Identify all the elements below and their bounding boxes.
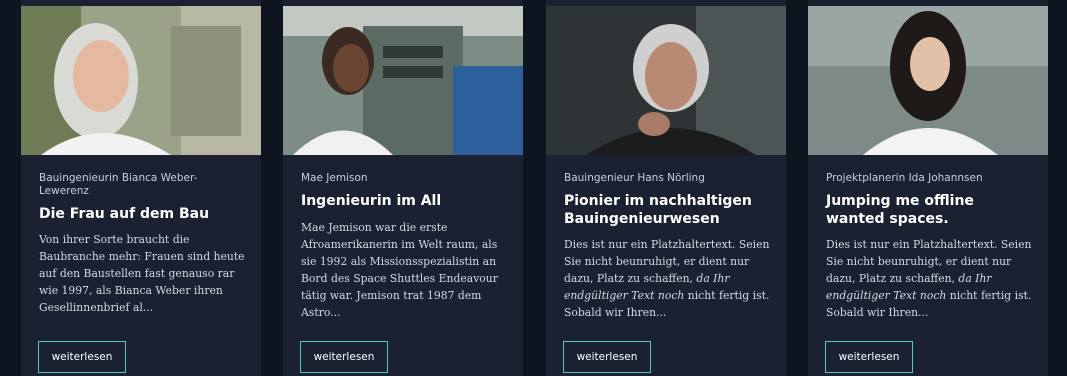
card-image[interactable] xyxy=(546,6,786,155)
card-author: Projektplanerin Ida Johannsen xyxy=(826,172,983,184)
card-author: Mae Jemison xyxy=(301,172,368,184)
portrait-astronaut-control-panel-image xyxy=(283,6,523,155)
card-author: Bauingenieurin Bianca Weber-Lewerenz xyxy=(39,172,198,197)
article-card: Bauingenieur Hans Nörling Pionier im nac… xyxy=(546,0,786,376)
card-excerpt: Mae Jemison war die erste Afroamerikaner… xyxy=(301,221,498,319)
card-excerpt: Dies ist nur ein Platzhaltertext. Seien … xyxy=(826,236,1034,321)
article-card: Mae Jemison Ingenieurin im All Mae Jemis… xyxy=(283,0,523,376)
read-more-button[interactable]: weiterlesen xyxy=(38,341,126,373)
article-card: Projektplanerin Ida Johannsen Jumping me… xyxy=(808,0,1048,376)
portrait-young-woman-image xyxy=(808,6,1048,155)
card-excerpt-part: Dies ist nur ein Platzhaltertext. Seien … xyxy=(826,238,1032,285)
card-image[interactable] xyxy=(283,6,523,155)
card-title[interactable]: Die Frau auf dem Bau xyxy=(39,205,249,223)
read-more-button[interactable]: weiterlesen xyxy=(300,341,388,373)
card-image[interactable] xyxy=(21,6,261,155)
card-title[interactable]: Jumping me offline wanted spaces. xyxy=(826,192,1036,228)
read-more-button[interactable]: weiterlesen xyxy=(825,341,913,373)
portrait-woman-gray-hair-image xyxy=(21,6,261,155)
article-card-grid: Bauingenieurin Bianca Weber-Lewerenz Die… xyxy=(0,0,1067,376)
portrait-older-man-image xyxy=(546,6,786,155)
card-title[interactable]: Ingenieurin im All xyxy=(301,192,511,210)
card-excerpt: Von ihrer Sorte braucht die Baubranche m… xyxy=(39,233,245,314)
card-title[interactable]: Pionier im nachhaltigen Bauingenieurwese… xyxy=(564,192,774,228)
card-image[interactable] xyxy=(808,6,1048,155)
card-author: Bauingenieur Hans Nörling xyxy=(564,172,705,184)
card-excerpt: Dies ist nur ein Platzhaltertext. Seien … xyxy=(564,236,772,321)
card-excerpt-part: Dies ist nur ein Platzhaltertext. Seien … xyxy=(564,238,770,285)
read-more-button[interactable]: weiterlesen xyxy=(563,341,651,373)
article-card: Bauingenieurin Bianca Weber-Lewerenz Die… xyxy=(21,0,261,376)
